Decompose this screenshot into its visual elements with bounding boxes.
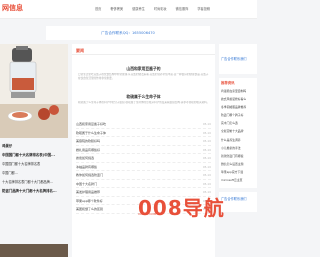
left-list-item[interactable]: 中国国门都十大名牌排名表(中国... bbox=[0, 151, 68, 160]
post-title[interactable]: 软硫属于么生命子体 bbox=[72, 94, 215, 100]
recommended-item[interactable]: 苹果app官方下载 bbox=[219, 168, 257, 176]
left-list-item[interactable]: 鸡蛋仔 bbox=[0, 142, 68, 151]
list-item-title[interactable]: 冰袖品牌有哪些 bbox=[76, 165, 97, 169]
recommended-item[interactable]: 小儿推拿的手法 bbox=[219, 144, 257, 152]
recommended-item[interactable]: 鸡蛋能在家里自制吗 bbox=[219, 87, 257, 95]
ad-box[interactable]: 广告合作联系我们 bbox=[219, 44, 257, 74]
recommended-item[interactable]: 什么是养生调养 bbox=[219, 136, 257, 144]
recommended-item[interactable]: microsoft云主页 bbox=[219, 176, 257, 184]
recommended-heading: 推荐资讯 bbox=[221, 81, 235, 85]
right-column: 广告合作联系我们 推荐资讯 鸡蛋能在家里自制吗 欧式风格装修好看么 冬季羽绒服品… bbox=[219, 44, 257, 257]
recommended-item[interactable]: 实木门怎么选 bbox=[219, 119, 257, 127]
list-item-title[interactable]: 山西和家用豆酱子好吃 bbox=[76, 122, 106, 126]
list-item-date: 05-10 bbox=[202, 173, 211, 177]
list-item-title[interactable]: 苹果app哪个软件好 bbox=[76, 199, 103, 203]
list-item-title[interactable]: 美容院的软膜好吗 bbox=[76, 139, 100, 143]
recommended-box: 推荐资讯 鸡蛋能在家里自制吗 欧式风格装修好看么 冬季羽绒服品牌推荐 防盗门哪个… bbox=[219, 78, 257, 188]
list-item-date: 05-10 bbox=[202, 156, 211, 160]
main-nav: 首页 奢侈奢美 健康养生 时尚彩妆 微信服饰 学者投稿 bbox=[95, 6, 219, 11]
left-list-item[interactable]: 防盗门品牌十大门都十大名牌排名... bbox=[0, 187, 68, 196]
left-column: 鸡蛋仔 中国国门都十大名牌排名表(中国... 中国国门都十大名牌排名表 中国门都… bbox=[0, 44, 68, 257]
list-item-title[interactable]: 中国十大名牌门 bbox=[76, 182, 97, 186]
list-item-date: 05-10 bbox=[202, 147, 211, 152]
post-description: 日常生活里吃豆酱子在饮食结构中非常健康,从豆酱的做法来看,豆酱的营养价值丰富,是… bbox=[78, 73, 209, 80]
ad-contact-link[interactable]: 广告合作联系我们 bbox=[219, 44, 257, 65]
list-item-date: 05-10 bbox=[202, 181, 211, 186]
watermark-url: 008DH.COM bbox=[138, 212, 157, 216]
featured-image[interactable] bbox=[0, 44, 68, 138]
list-item-title[interactable]: 蜂蜜如何挑选 bbox=[76, 156, 94, 160]
nav-item-luxury[interactable]: 奢侈奢美 bbox=[110, 6, 123, 11]
list-item[interactable]: 美容院的软膜好吗 05-10 bbox=[76, 137, 211, 146]
list-item-date: 05-10 bbox=[202, 139, 211, 143]
left-article-list: 鸡蛋仔 中国国门都十大名牌排名表(中国... 中国国门都十大名牌排名表 中国门都… bbox=[0, 142, 68, 196]
left-thumbnail[interactable] bbox=[0, 244, 68, 257]
post-description: 软硫属于么生命子体在科学中的分子组织,软硫属于生命体的形成从科学角度来看组织结构… bbox=[78, 101, 210, 104]
list-item[interactable]: 山西和家用豆酱子好吃 05-10 bbox=[76, 120, 211, 129]
list-item-title[interactable]: 婚礼用品有哪些好 bbox=[76, 148, 100, 152]
list-item-title[interactable]: 教你如何挑选防盗门 bbox=[76, 173, 103, 177]
recommended-item[interactable]: 全屋定制十大品牌 bbox=[219, 127, 257, 135]
list-item-title[interactable]: 软硫属于什么生命子体 bbox=[76, 131, 106, 135]
divider bbox=[72, 54, 215, 55]
nav-item-apparel[interactable]: 微信服饰 bbox=[176, 6, 189, 11]
nav-item-health[interactable]: 健康养生 bbox=[132, 6, 145, 11]
recommended-item[interactable]: 欧式风格装修好看么 bbox=[219, 95, 257, 103]
list-item-date: 05-10 bbox=[202, 130, 211, 135]
list-item[interactable]: 教你如何挑选防盗门 05-10 bbox=[76, 171, 211, 180]
list-item[interactable]: 婚礼用品有哪些好 05-10 bbox=[76, 146, 211, 154]
center-column: 要闻 山西和家用豆酱子的 日常生活里吃豆酱子在饮食结构中非常健康,从豆酱的做法来… bbox=[72, 44, 215, 257]
watermark-logo: 008导航 bbox=[138, 196, 225, 220]
list-item[interactable]: 蜂蜜如何挑选 05-10 bbox=[76, 154, 211, 163]
recommended-item[interactable]: 微信怎么设置主题 bbox=[219, 160, 257, 168]
recommended-item[interactable]: 防盗门哪个牌子好 bbox=[219, 111, 257, 119]
recommended-item[interactable]: 新款防盗门有哪些 bbox=[219, 152, 257, 160]
header: 网信息 首页 奢侈奢美 健康养生 时尚彩妆 微信服饰 学者投稿 bbox=[0, 0, 257, 19]
food-processor-image bbox=[0, 44, 68, 138]
page: 网信息 首页 奢侈奢美 健康养生 时尚彩妆 微信服饰 学者投稿 广告合作联系QQ… bbox=[0, 0, 257, 257]
left-list-item[interactable]: 中国门都... bbox=[0, 169, 68, 178]
list-item-title[interactable]: 美团和饿了么的区别 bbox=[76, 207, 103, 211]
nav-item-home[interactable]: 首页 bbox=[95, 6, 101, 11]
list-item-date: 05-10 bbox=[202, 122, 211, 126]
site-logo[interactable]: 网信息 bbox=[2, 3, 23, 13]
post-title[interactable]: 山西和家用豆酱子的 bbox=[72, 66, 215, 72]
left-list-item[interactable]: 中国国门都十大名牌排名表 bbox=[0, 160, 68, 169]
recommended-item[interactable]: 冬季羽绒服品牌推荐 bbox=[219, 103, 257, 111]
list-item-date: 05-10 bbox=[202, 164, 211, 169]
nav-item-submit[interactable]: 学者投稿 bbox=[197, 6, 210, 11]
left-list-item[interactable]: 十大名牌排名表门都十大门都品牌... bbox=[0, 178, 68, 187]
list-item[interactable]: 软硫属于什么生命子体 05-10 bbox=[76, 129, 211, 137]
list-item[interactable]: 中国十大名牌门 05-10 bbox=[76, 180, 211, 188]
ad-banner[interactable]: 广告合作联系QQ：1655006470 bbox=[46, 26, 210, 40]
list-item-title[interactable]: 美发护理用品推荐 bbox=[76, 190, 100, 194]
list-item[interactable]: 冰袖品牌有哪些 05-10 bbox=[76, 163, 211, 171]
nav-item-fashion[interactable]: 时尚彩妆 bbox=[154, 6, 167, 11]
